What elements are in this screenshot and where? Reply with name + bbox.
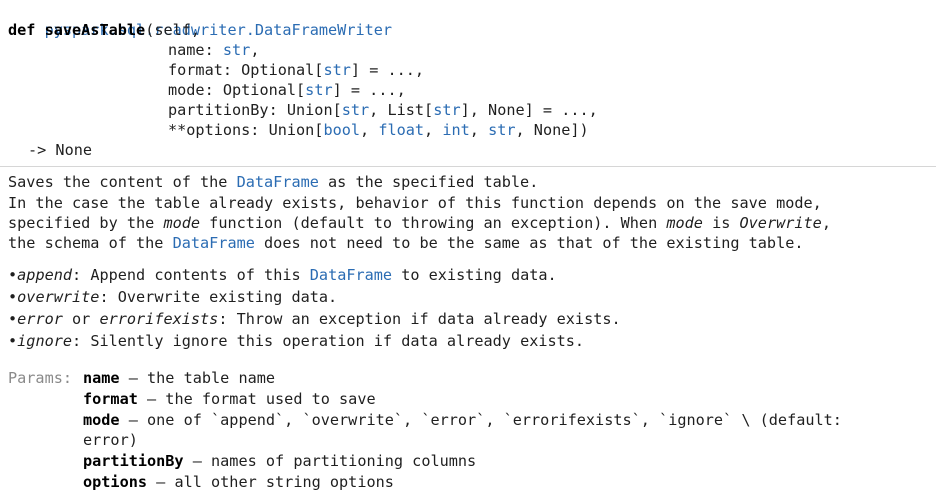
param-doc-desc: – all other string options [147, 473, 394, 491]
bullet-icon: • [8, 332, 18, 350]
dataframe-link[interactable]: DataFrame [173, 234, 255, 252]
param-sep: : Optional[ [222, 61, 324, 79]
param-doc-desc: – the format used to save [137, 390, 376, 408]
paragraph-text: does not need to be the same as that of … [254, 234, 804, 252]
bullet-icon: • [8, 266, 18, 284]
def-line: def saveAsTable(self, [8, 20, 200, 40]
options-sep: , [469, 121, 489, 139]
options-sep: , [424, 121, 443, 139]
options-tail: , None]) [515, 121, 589, 139]
partition-tail: ], None] = ..., [460, 101, 598, 119]
param-partitionby-line: partitionBy: Union[str, List[str], None]… [168, 100, 598, 120]
bullet-text: : Silently ignore this operation if data… [72, 332, 585, 350]
bullet-item-append: •append: Append contents of this DataFra… [8, 265, 557, 285]
paragraph-text: specified by the [8, 214, 164, 232]
options-prefix: **options: Union[ [168, 121, 324, 139]
def-keyword: def [8, 21, 36, 39]
paragraph-line: the schema of the DataFrame does not nee… [8, 233, 804, 253]
bullet-text: : Throw an exception if data already exi… [218, 310, 621, 328]
param-name: format [168, 61, 223, 79]
bullet-term: overwrite [17, 288, 100, 306]
partition-prefix: partitionBy: Union[ [168, 101, 342, 119]
param-type: str [222, 41, 251, 59]
options-type: int [442, 121, 470, 139]
bullet-text: to existing data. [392, 266, 557, 284]
param-doc-term: mode [83, 411, 120, 429]
options-type: str [488, 121, 516, 139]
overwrite-term: Overwrite [739, 214, 822, 232]
param-doc-mode-continuation: error) [83, 430, 138, 450]
param-doc-desc: error) [83, 431, 138, 449]
param-doc-desc: – the table name [119, 369, 276, 387]
param-doc-name: name – the table name [83, 368, 275, 388]
open-paren: (self, [145, 21, 201, 39]
mode-term: mode [666, 214, 703, 232]
return-annotation: -> None [28, 141, 93, 159]
param-type: str [323, 61, 351, 79]
param-doc-options: options – all other string options [83, 472, 394, 492]
paragraph-line: specified by the mode function (default … [8, 213, 831, 233]
options-sep: , [360, 121, 379, 139]
bullet-term: ignore [17, 332, 73, 350]
param-doc-term: options [83, 473, 148, 491]
paragraph-text: the schema of the [8, 234, 173, 252]
partition-type: str [341, 101, 370, 119]
param-doc-term: partitionBy [83, 452, 184, 470]
bullet-text: : Overwrite existing data. [99, 288, 338, 306]
param-sep: : Optional[ [204, 81, 306, 99]
summary-text: as the specified table. [318, 173, 539, 191]
param-doc-term: format [83, 390, 138, 408]
paragraph-text: is [702, 214, 740, 232]
param-rest: ] = ..., [350, 61, 425, 79]
bullet-item-error: •error or errorifexists: Throw an except… [8, 309, 621, 329]
bullet-text: : Append contents of this [72, 266, 310, 284]
paragraph-text: In the case the table already exists, be… [8, 194, 822, 212]
param-options-line: **options: Union[bool, float, int, str, … [168, 120, 589, 140]
bullet-icon: • [8, 288, 18, 306]
param-sep: : [204, 41, 223, 59]
options-type: bool [323, 121, 361, 139]
paragraph-line: In the case the table already exists, be… [8, 193, 822, 213]
bullet-item-overwrite: •overwrite: Overwrite existing data. [8, 287, 337, 307]
param-name-line: name: str, [168, 40, 259, 60]
dataframe-link[interactable]: DataFrame [237, 173, 319, 191]
partition-type: str [433, 101, 461, 119]
param-format-line: format: Optional[str] = ..., [168, 60, 424, 80]
param-name: mode [168, 81, 205, 99]
param-name: name [168, 41, 205, 59]
summary-text: Saves the content of the [8, 173, 237, 191]
param-doc-partitionby: partitionBy – names of partitioning colu… [83, 451, 476, 471]
param-doc-format: format – the format used to save [83, 389, 376, 409]
bullet-term: error [17, 310, 63, 328]
param-doc-desc: – names of partitioning columns [183, 452, 477, 470]
param-rest: ] = ..., [332, 81, 406, 99]
param-type: str [305, 81, 333, 99]
param-doc-term: name [83, 369, 120, 387]
params-label: Params: [8, 369, 73, 387]
bullet-icon: • [8, 310, 18, 328]
summary-line: Saves the content of the DataFrame as th… [8, 172, 538, 192]
function-name: saveAsTable [44, 21, 146, 39]
partition-mid: , List[ [369, 101, 434, 119]
paragraph-text: function (default to throwing an excepti… [200, 214, 667, 232]
return-line: -> None [28, 140, 92, 160]
param-doc-desc: – one of `append`, `overwrite`, `error`,… [119, 411, 842, 429]
paragraph-text: , [821, 214, 831, 232]
param-rest: , [250, 41, 260, 59]
mode-term: mode [163, 214, 201, 232]
param-mode-line: mode: Optional[str] = ..., [168, 80, 406, 100]
bullet-item-ignore: •ignore: Silently ignore this operation … [8, 331, 584, 351]
bullet-term: append [17, 266, 73, 284]
param-doc-mode: mode – one of `append`, `overwrite`, `er… [83, 410, 842, 430]
bullet-term: errorifexists [99, 310, 219, 328]
options-type: float [378, 121, 425, 139]
dataframe-link[interactable]: DataFrame [310, 266, 392, 284]
signature-block: pyspark.sql.readwriter.DataFrameWriter d… [0, 0, 936, 167]
bullet-text: or [62, 310, 100, 328]
